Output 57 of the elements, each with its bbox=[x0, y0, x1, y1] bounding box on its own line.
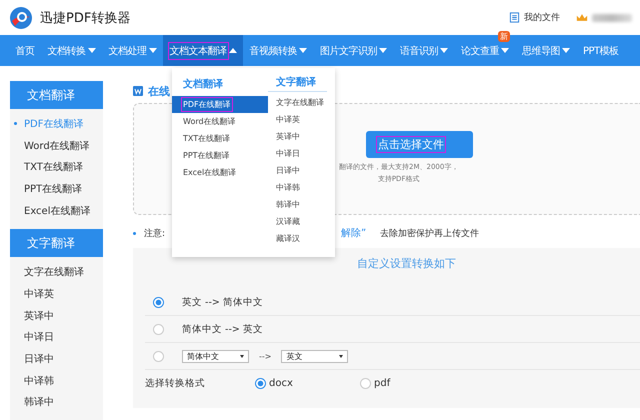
menu-item[interactable]: Word在线翻译 bbox=[172, 113, 268, 130]
radio-button[interactable] bbox=[153, 296, 164, 308]
radio-button[interactable] bbox=[255, 378, 266, 388]
language-select[interactable]: 简体中文 bbox=[182, 350, 249, 362]
sidebar-item[interactable]: 韩译中 bbox=[10, 392, 103, 414]
crown-icon bbox=[576, 13, 588, 22]
sidebar-item[interactable]: 中译日 bbox=[10, 326, 103, 348]
menu-item[interactable]: 中译韩 bbox=[268, 179, 335, 196]
sidebar-item[interactable]: PPT在线翻译 bbox=[10, 178, 103, 200]
logo-icon bbox=[9, 6, 33, 30]
menu-item[interactable]: TXT在线翻译 bbox=[172, 130, 268, 147]
highlight-frame: 文档文本翻译 bbox=[170, 44, 226, 58]
menu-item[interactable]: 藏译汉 bbox=[268, 230, 335, 247]
menu-item[interactable]: PDF在线翻译 bbox=[172, 96, 268, 113]
highlight-frame: 点击选择文件 bbox=[378, 138, 444, 151]
menu-heading: 文档翻译 bbox=[182, 78, 224, 92]
section-title: 在线 bbox=[148, 84, 170, 98]
sidebar-item[interactable]: 文字在线翻译 bbox=[10, 261, 103, 284]
sidebar-item[interactable]: 英译中 bbox=[10, 304, 103, 326]
arrow-text: --> bbox=[259, 352, 272, 360]
sidebar-heading: 文档翻译 bbox=[10, 81, 103, 109]
option-label: 英文 --> 简体中文 bbox=[182, 296, 263, 308]
blurred-username bbox=[592, 14, 632, 22]
new-badge: 新 bbox=[498, 31, 510, 42]
note-text: 去除加密保护再上传文件 bbox=[380, 228, 480, 240]
format-option: pdf bbox=[374, 378, 390, 388]
menu-item[interactable]: 中译英 bbox=[268, 111, 335, 128]
radio-button[interactable] bbox=[153, 350, 164, 362]
menu-item[interactable]: 日译中 bbox=[268, 162, 335, 179]
sidebar-item[interactable]: Word在线翻译 bbox=[10, 134, 103, 156]
sidebar-item[interactable]: 日译中 bbox=[10, 348, 103, 370]
menu-item[interactable]: 英译中 bbox=[268, 128, 335, 145]
sidebar-item[interactable]: 中译英 bbox=[10, 283, 103, 305]
sidebar-item[interactable]: TXT在线翻译 bbox=[10, 156, 103, 178]
radio-button[interactable] bbox=[153, 324, 164, 334]
sidebar-heading: 文字翻译 bbox=[10, 229, 103, 258]
menu-item[interactable]: Excel在线翻译 bbox=[172, 164, 268, 181]
format-label: 选择转换格式 bbox=[145, 376, 206, 390]
radio-button[interactable] bbox=[360, 378, 371, 388]
option-label: 简体中文 --> 英文 bbox=[182, 322, 263, 336]
menu-item[interactable]: 汉译藏 bbox=[268, 213, 335, 230]
note-label: 注意: bbox=[144, 228, 166, 240]
sidebar-item[interactable]: 中译韩 bbox=[10, 370, 103, 392]
document-icon bbox=[509, 12, 520, 23]
sidebar-item[interactable]: Excel在线翻译 bbox=[10, 200, 103, 222]
menu-item[interactable]: 中译日 bbox=[268, 145, 335, 162]
language-select[interactable]: 英文 bbox=[281, 350, 348, 362]
app-title: 迅捷PDF转换器 bbox=[40, 10, 130, 26]
unlock-link[interactable]: 解除” bbox=[341, 226, 366, 240]
menu-item[interactable]: PPT在线翻译 bbox=[172, 147, 268, 164]
menu-item[interactable]: 韩译中 bbox=[268, 196, 335, 213]
nav-tab[interactable]: 文档文本翻译 bbox=[163, 35, 243, 66]
menu-heading: 文字翻译 bbox=[268, 76, 327, 92]
format-option: docx bbox=[269, 378, 293, 388]
settings-title: 自定义设置转换如下 bbox=[356, 256, 457, 271]
my-files-link[interactable]: 我的文件 bbox=[524, 11, 560, 24]
word-icon bbox=[133, 86, 143, 96]
